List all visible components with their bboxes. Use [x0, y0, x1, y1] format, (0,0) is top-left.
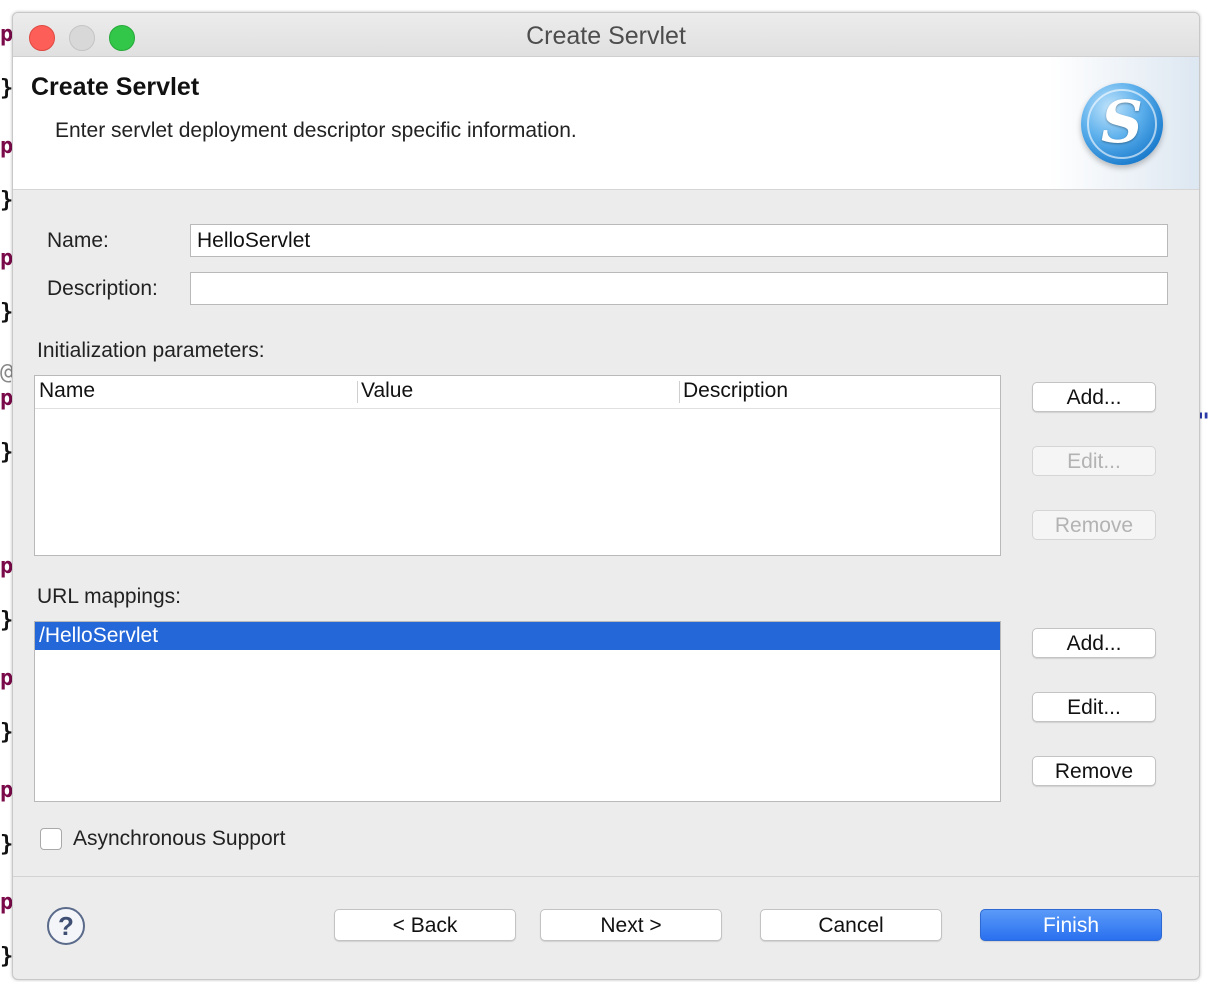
- name-label: Name:: [47, 229, 109, 252]
- column-header-name[interactable]: Name: [35, 376, 357, 408]
- help-icon[interactable]: ?: [47, 907, 85, 945]
- url-mappings-label: URL mappings:: [37, 585, 181, 608]
- logo-letter: S: [1101, 88, 1143, 156]
- create-servlet-dialog: Create Servlet Create Servlet Enter serv…: [12, 12, 1200, 980]
- url-mapping-row[interactable]: /HelloServlet: [35, 622, 1000, 650]
- url-mappings-remove-button[interactable]: Remove: [1032, 756, 1156, 786]
- init-params-add-button[interactable]: Add...: [1032, 382, 1156, 412]
- window-title: Create Servlet: [526, 22, 686, 50]
- description-label: Description:: [47, 277, 158, 300]
- url-mappings-list[interactable]: /HelloServlet: [34, 621, 1001, 802]
- init-params-label: Initialization parameters:: [37, 339, 265, 362]
- description-input[interactable]: [190, 272, 1168, 305]
- finish-button[interactable]: Finish: [980, 909, 1162, 941]
- cancel-button[interactable]: Cancel: [760, 909, 942, 941]
- column-header-value[interactable]: Value: [357, 376, 679, 408]
- async-support-label[interactable]: Asynchronous Support: [73, 827, 285, 851]
- wizard-banner: Create Servlet Enter servlet deployment …: [13, 57, 1199, 190]
- next-button[interactable]: Next >: [540, 909, 722, 941]
- servlet-logo-icon: S: [1081, 83, 1163, 165]
- column-header-description[interactable]: Description: [679, 376, 999, 408]
- name-input[interactable]: HelloServlet: [190, 224, 1168, 257]
- init-params-edit-button[interactable]: Edit...: [1032, 446, 1156, 476]
- async-support-checkbox[interactable]: [40, 828, 62, 850]
- init-params-remove-button[interactable]: Remove: [1032, 510, 1156, 540]
- title-bar[interactable]: Create Servlet: [13, 13, 1199, 57]
- page-description: Enter servlet deployment descriptor spec…: [55, 119, 577, 142]
- footer-divider: [13, 876, 1199, 877]
- url-mappings-add-button[interactable]: Add...: [1032, 628, 1156, 658]
- url-mappings-edit-button[interactable]: Edit...: [1032, 692, 1156, 722]
- page-title: Create Servlet: [31, 73, 200, 101]
- init-params-table[interactable]: Name Value Description: [34, 375, 1001, 556]
- init-params-header: Name Value Description: [35, 376, 1000, 409]
- back-button[interactable]: < Back: [334, 909, 516, 941]
